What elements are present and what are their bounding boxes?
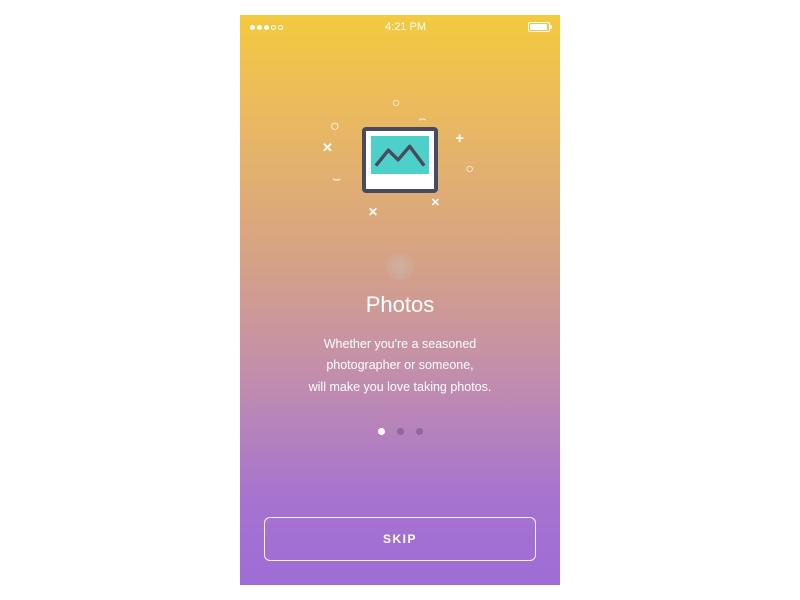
deco-x-icon: ✕ [368,205,378,219]
page-dot-3[interactable] [416,428,423,435]
deco-circle-icon: ○ [392,94,400,110]
page-dot-2[interactable] [397,428,404,435]
deco-x-icon: ✕ [431,196,440,209]
onboarding-title: Photos [366,292,435,318]
deco-circle-icon: ○ [466,160,474,176]
photo-frame-icon [362,127,438,193]
onboarding-screen: 4:21 PM ○ ○ ✕ ⌣ ✕ ⌣ + ○ ✕ [240,15,560,585]
onboarding-description: Whether you're a seasoned photographer o… [269,334,532,398]
skip-button[interactable]: SKIP [264,517,536,561]
signal-indicator [250,25,283,30]
deco-x-icon: ✕ [322,140,333,156]
status-time: 4:21 PM [385,21,426,33]
onboarding-content[interactable]: ○ ○ ✕ ⌣ ✕ ⌣ + ○ ✕ Photos Whether you'r [240,35,560,435]
deco-arc-icon: ⌣ [332,170,341,187]
battery-icon [528,22,550,32]
deco-arc-icon: ⌣ [418,112,427,128]
deco-plus-icon: + [455,130,464,147]
status-bar: 4:21 PM [240,15,560,35]
photos-illustration: ○ ○ ✕ ⌣ ✕ ⌣ + ○ ✕ [320,90,480,230]
page-dot-1[interactable] [378,428,385,435]
mountain-icon [371,136,429,174]
touch-indicator [386,252,414,280]
pagination-dots [378,428,423,435]
deco-circle-icon: ○ [330,118,340,136]
